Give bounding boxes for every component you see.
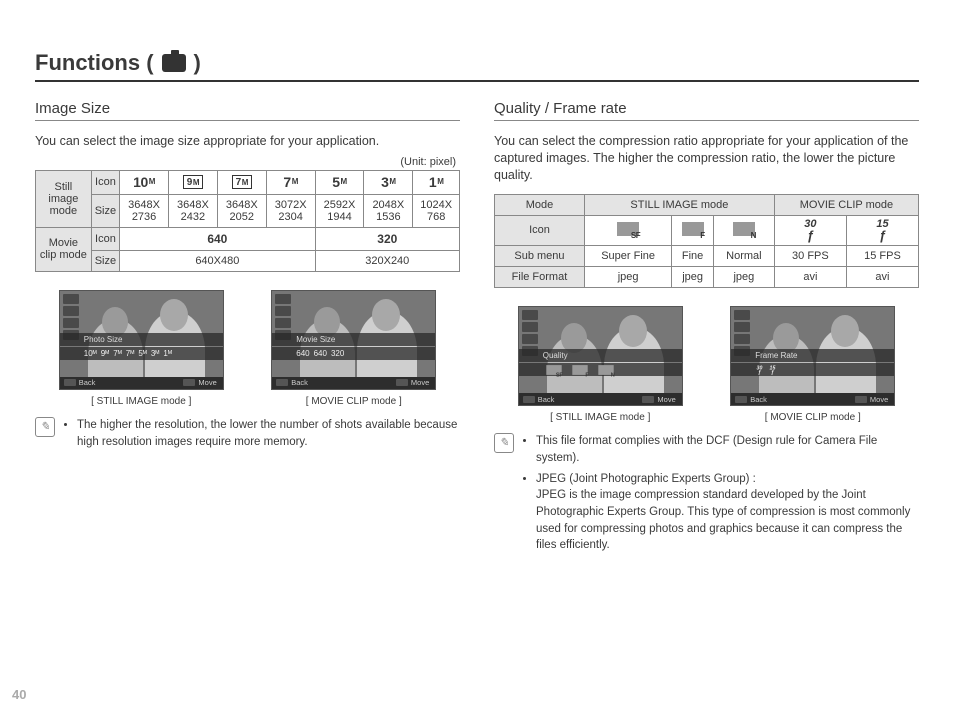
size-4: 2592X 1944 <box>315 194 364 227</box>
menu-icon <box>735 396 747 403</box>
lcd-options-row: 10ᴹ9ᴹ7ᴹ7ᴹ5ᴹ3ᴹ1ᴹ <box>60 347 223 360</box>
lcd-banner: Movie Size <box>272 333 435 346</box>
file-3: avi <box>774 267 846 288</box>
h-file: File Format <box>495 267 585 288</box>
sub-3: 30 FPS <box>774 246 846 267</box>
move-label: Move <box>657 395 675 404</box>
col-image-size: Image Size You can select the image size… <box>35 100 460 558</box>
dpad-icon <box>855 396 867 403</box>
file-0: jpeg <box>584 267 671 288</box>
size-1: 3648X 2432 <box>168 194 217 227</box>
lcd-banner: Photo Size <box>60 333 223 346</box>
icon-5m: 5M <box>315 170 364 194</box>
icon-fine <box>672 215 714 246</box>
back-label: Back <box>538 395 555 404</box>
lcd-options-row: 640640320 <box>272 347 435 360</box>
movie-size-320: 320X240 <box>315 250 459 271</box>
icon-1m: 1M <box>413 170 460 194</box>
page-number: 40 <box>12 687 26 702</box>
quality-table: Mode STILL IMAGE mode MOVIE CLIP mode Ic… <box>494 194 919 289</box>
note-icon: ✎ <box>494 433 514 453</box>
icon-normal <box>713 215 774 246</box>
movie-icon-320: 320 <box>315 227 459 250</box>
size-0: 3648X 2736 <box>120 194 169 227</box>
intro-text: You can select the compression ratio app… <box>494 133 919 184</box>
lcd-quality-still: Quality Back Move <box>518 306 683 406</box>
h-still: STILL IMAGE mode <box>584 194 774 215</box>
back-label: Back <box>291 378 308 387</box>
row-icon: Icon <box>91 170 119 194</box>
icon-10m: 10M <box>120 170 169 194</box>
back-label: Back <box>750 395 767 404</box>
movie-size-640: 640X480 <box>120 250 315 271</box>
move-label: Move <box>198 378 216 387</box>
row-size: Size <box>91 194 119 227</box>
icon-9m: 9M <box>168 170 217 194</box>
unit-label: (Unit: pixel) <box>35 156 460 168</box>
h-icon: Icon <box>495 215 585 246</box>
note-body: JPEG is the image compression standard d… <box>536 487 919 554</box>
dpad-icon <box>183 379 195 386</box>
note-icon: ✎ <box>35 417 55 437</box>
h-mode: Mode <box>495 194 585 215</box>
movie-mode-label: Movie clip mode <box>36 227 92 271</box>
file-1: jpeg <box>672 267 714 288</box>
note-item: JPEG (Joint Photographic Experts Group) … <box>536 471 919 554</box>
icon-7m-b: 7M <box>266 170 315 194</box>
menu-icon <box>64 379 76 386</box>
icon-15fps: 15ƒ <box>846 215 918 246</box>
h-sub: Sub menu <box>495 246 585 267</box>
title-prefix: Functions ( <box>35 50 154 76</box>
movie-icon-640: 640 <box>120 227 315 250</box>
icon-superfine <box>584 215 671 246</box>
move-label: Move <box>411 378 429 387</box>
row-size-2: Size <box>91 250 119 271</box>
icon-7m-a: 7M <box>217 170 266 194</box>
lcd-caption: [ MOVIE CLIP mode ] <box>306 396 402 407</box>
dpad-icon <box>396 379 408 386</box>
menu-icon <box>523 396 535 403</box>
page-title: Functions ( ) <box>35 50 919 82</box>
size-3: 3072X 2304 <box>266 194 315 227</box>
row-icon-2: Icon <box>91 227 119 250</box>
note-item: This file format complies with the DCF (… <box>536 433 919 466</box>
col-quality: Quality / Frame rate You can select the … <box>494 100 919 558</box>
intro-text: You can select the image size appropriat… <box>35 133 460 150</box>
lcd-movie-clip: Movie Size 640640320 Back Move <box>271 290 436 390</box>
lcd-caption: [ MOVIE CLIP mode ] <box>765 412 861 423</box>
file-4: avi <box>846 267 918 288</box>
icon-30fps: 30ƒ <box>774 215 846 246</box>
size-6: 1024X 768 <box>413 194 460 227</box>
lcd-options-row: 30ƒ 15ƒ <box>731 363 894 376</box>
note-list: The higher the resolution, the lower the… <box>63 417 460 454</box>
note-list: This file format complies with the DCF (… <box>522 433 919 558</box>
h-movie: MOVIE CLIP mode <box>774 194 918 215</box>
size-2: 3648X 2052 <box>217 194 266 227</box>
sub-2: Normal <box>713 246 774 267</box>
section-heading: Image Size <box>35 100 460 121</box>
sub-1: Fine <box>672 246 714 267</box>
menu-icon <box>276 379 288 386</box>
lcd-options-row <box>519 363 682 376</box>
lcd-banner: Frame Rate <box>731 349 894 362</box>
icon-3m: 3M <box>364 170 413 194</box>
lcd-caption: [ STILL IMAGE mode ] <box>91 396 191 407</box>
section-heading: Quality / Frame rate <box>494 100 919 121</box>
sub-0: Super Fine <box>584 246 671 267</box>
camera-fn-icon <box>162 54 186 72</box>
title-suffix: ) <box>194 50 201 76</box>
sub-4: 15 FPS <box>846 246 918 267</box>
lcd-caption: [ STILL IMAGE mode ] <box>550 412 650 423</box>
move-label: Move <box>870 395 888 404</box>
size-5: 2048X 1536 <box>364 194 413 227</box>
lcd-still-image: Photo Size 10ᴹ9ᴹ7ᴹ7ᴹ5ᴹ3ᴹ1ᴹ Back Move <box>59 290 224 390</box>
back-label: Back <box>79 378 96 387</box>
lcd-framerate-movie: Frame Rate 30ƒ 15ƒ Back Move <box>730 306 895 406</box>
lcd-banner: Quality <box>519 349 682 362</box>
image-size-table: Still image mode Icon 10M 9M 7M 7M 5M 3M… <box>35 170 460 272</box>
file-2: jpeg <box>713 267 774 288</box>
dpad-icon <box>642 396 654 403</box>
note-item: The higher the resolution, the lower the… <box>77 417 460 450</box>
still-mode-label: Still image mode <box>36 170 92 227</box>
